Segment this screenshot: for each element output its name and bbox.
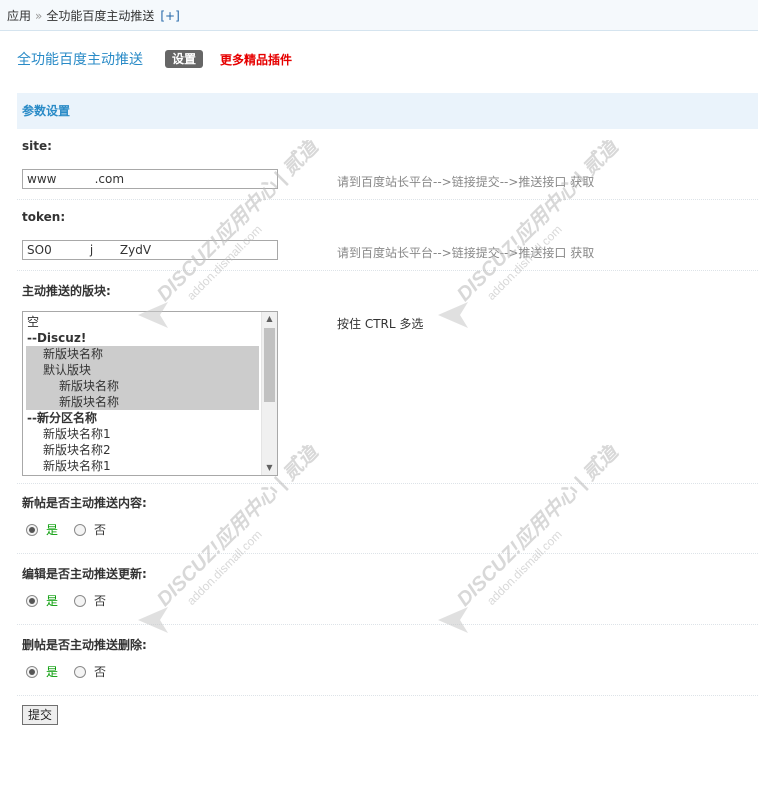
delete-post-label: 删帖是否主动推送删除: <box>22 638 147 652</box>
section-title: 参数设置 <box>17 93 758 129</box>
divider <box>17 624 758 625</box>
new-post-yes-label[interactable]: 是 <box>46 523 58 538</box>
svg-text:DISCUZ!应用中心 | 贰道: DISCUZ!应用中心 | 贰道 <box>452 445 624 611</box>
site-hint: 请到百度站长平台-->链接提交-->推送接口 获取 <box>337 175 595 189</box>
svg-text:addon.dismall.com: addon.dismall.com <box>484 527 565 608</box>
forum-option[interactable]: 新版块名称1 <box>26 458 259 474</box>
token-input[interactable] <box>22 240 278 260</box>
svg-text:addon.dismall.com: addon.dismall.com <box>184 222 265 303</box>
svg-text:DISCUZ!应用中心 | 贰道: DISCUZ!应用中心 | 贰道 <box>152 140 324 306</box>
delete-post-yes-radio[interactable] <box>26 666 38 678</box>
breadcrumb-root-link[interactable]: 应用 <box>7 9 31 23</box>
site-label: site: <box>22 139 52 153</box>
scroll-down-arrow-icon[interactable]: ▼ <box>262 461 277 475</box>
forum-option[interactable]: 空 <box>26 314 259 330</box>
delete-post-no-label[interactable]: 否 <box>94 665 106 680</box>
scroll-up-arrow-icon[interactable]: ▲ <box>262 312 277 326</box>
forum-option[interactable]: 新版块名称1 <box>26 426 259 442</box>
forums-label: 主动推送的版块: <box>22 284 111 298</box>
forum-option[interactable]: 新版块名称 <box>26 394 259 410</box>
edit-post-no-label[interactable]: 否 <box>94 594 106 609</box>
token-hint: 请到百度站长平台-->链接提交-->推送接口 获取 <box>337 246 595 260</box>
new-post-no-label[interactable]: 否 <box>94 523 106 538</box>
edit-post-yes-radio[interactable] <box>26 595 38 607</box>
delete-post-yes-label[interactable]: 是 <box>46 665 58 680</box>
tab-settings[interactable]: 设置 <box>165 50 204 68</box>
svg-text:addon.dismall.com: addon.dismall.com <box>484 222 565 303</box>
svg-text:DISCUZ!应用中心 | 贰道: DISCUZ!应用中心 | 贰道 <box>452 140 624 306</box>
forum-option[interactable]: 新版块名称 <box>26 378 259 394</box>
new-post-yes-radio[interactable] <box>26 524 38 536</box>
divider <box>17 553 758 554</box>
scroll-thumb[interactable] <box>264 328 275 402</box>
forums-hint: 按住 CTRL 多选 <box>337 317 424 331</box>
watermark-logo: DISCUZ!应用中心 | 贰道 addon.dismall.com <box>438 445 625 633</box>
forum-option[interactable]: 默认版块 <box>26 362 259 378</box>
submit-button[interactable]: 提交 <box>22 705 58 725</box>
forum-multiselect[interactable]: 新版块名称1 新版块名称2 新版块名称1 --新分区名称 新版块名称 新版块名称 默认版块新… <box>22 311 278 476</box>
forum-option[interactable]: --新分区名称 <box>26 410 259 426</box>
breadcrumb-current: 全功能百度主动推送 <box>46 9 155 23</box>
breadcrumb: 应用 » 全功能百度主动推送 [+] <box>0 0 758 31</box>
forum-option[interactable]: 新版块名称 <box>26 346 259 362</box>
token-label: token: <box>22 210 66 224</box>
breadcrumb-separator: » <box>35 9 43 23</box>
divider <box>17 695 758 696</box>
divider <box>17 270 758 271</box>
more-plugins-link[interactable]: 更多精品插件 <box>220 50 292 70</box>
new-post-label: 新帖是否主动推送内容: <box>22 496 147 510</box>
new-post-no-radio[interactable] <box>74 524 86 536</box>
watermark-logo: DISCUZ!应用中心 | 贰道 addon.dismall.com <box>438 140 625 328</box>
svg-text:addon.dismall.com: addon.dismall.com <box>184 527 265 608</box>
forum-scrollbar[interactable]: ▲ ▼ <box>261 312 277 475</box>
divider <box>17 483 758 484</box>
forum-option[interactable]: 新版块名称2 <box>26 442 259 458</box>
delete-post-no-radio[interactable] <box>74 666 86 678</box>
edit-post-label: 编辑是否主动推送更新: <box>22 567 147 581</box>
site-input[interactable] <box>22 169 278 189</box>
forum-option[interactable]: --Discuz! <box>26 330 259 346</box>
edit-post-no-radio[interactable] <box>74 595 86 607</box>
edit-post-yes-label[interactable]: 是 <box>46 594 58 609</box>
add-shortcut-link[interactable]: [+] <box>160 9 179 23</box>
divider <box>17 199 758 200</box>
page-title: 全功能百度主动推送 <box>17 52 143 68</box>
